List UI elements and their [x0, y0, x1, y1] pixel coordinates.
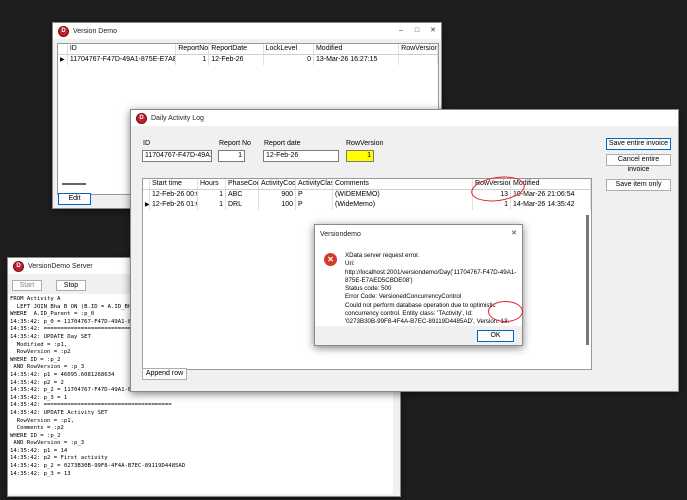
- cell[interactable]: 12-Feb-26 00:00:: [150, 190, 198, 200]
- close-button[interactable]: ✕: [506, 225, 522, 243]
- id-field[interactable]: 11704767-F47D-49A1-875: [142, 150, 212, 162]
- row-version-field[interactable]: 1: [346, 150, 374, 162]
- error-message-line: XData server request error.: [345, 252, 420, 259]
- log-line: RowVersion = :p1,: [10, 417, 74, 424]
- ok-button[interactable]: OK: [477, 330, 514, 342]
- log-line: 14:35:42: p_2 = 0273B30B-99F8-4F4A-B7EC-…: [10, 463, 186, 470]
- log-line: 14:35:42: p1 = 14: [10, 447, 68, 454]
- app-icon: D: [13, 260, 24, 272]
- row-indicator-icon: ▶: [145, 200, 150, 210]
- cell[interactable]: 1: [198, 190, 226, 200]
- stop-button[interactable]: Stop: [56, 280, 86, 291]
- log-line: WHERE ID = :p_2: [10, 432, 61, 439]
- col-header[interactable]: ReportNo: [176, 44, 210, 54]
- cell[interactable]: 100: [259, 200, 296, 210]
- id-label: ID: [143, 140, 150, 147]
- daily-titlebar[interactable]: D Daily Activity Log: [131, 110, 678, 126]
- cancel-entire-invoice-button[interactable]: Cancel entire invoice: [606, 154, 671, 173]
- report-no-field[interactable]: 1: [218, 150, 245, 162]
- error-message-line: Uri:: [345, 260, 355, 268]
- window-controls: – □ ✕: [393, 23, 441, 39]
- save-item-only-button[interactable]: Save item only: [606, 179, 671, 191]
- row-indicator: [143, 190, 150, 200]
- error-dialog: Versiondemo ✕ ✕ XData server request err…: [314, 224, 523, 346]
- error-message-line: 875E-E7AED5CBDE08'): [345, 276, 413, 284]
- cell[interactable]: 11704767-F47D-49A1-875E-E7AED5CBDE08: [68, 55, 177, 65]
- cell[interactable]: 1: [176, 55, 210, 65]
- col-header[interactable]: Start time: [150, 179, 198, 189]
- version-demo-titlebar[interactable]: D Version Demo – □ ✕: [53, 23, 441, 39]
- scroll-thumb[interactable]: [62, 183, 86, 185]
- error-message-line: Error Code: VersionedConcurrencyControl: [345, 293, 462, 301]
- cell[interactable]: 12-Feb-26: [209, 55, 264, 65]
- cell[interactable]: 1: [198, 200, 226, 210]
- cell[interactable]: 13-Mar-26 16:27:15: [314, 55, 400, 65]
- app-icon: D: [58, 25, 69, 37]
- log-line: 14:35:42: p_3 = 13: [10, 470, 71, 477]
- log-line: Comments = :p2: [10, 425, 64, 432]
- daily-title: Daily Activity Log: [151, 114, 204, 122]
- save-entire-invoice-button[interactable]: Save entire invoice: [606, 138, 671, 150]
- col-header[interactable]: ReportDate: [209, 44, 264, 54]
- vertical-scrollbar[interactable]: [586, 215, 589, 345]
- start-button[interactable]: Start: [12, 280, 42, 291]
- report-date-field[interactable]: 12-Feb-26: [263, 150, 339, 162]
- cell[interactable]: (WideMemo): [333, 200, 473, 210]
- cell[interactable]: [399, 55, 438, 65]
- cell[interactable]: P: [296, 190, 333, 200]
- col-header[interactable]: ID: [68, 44, 177, 54]
- server-title: VersionDemo Server: [28, 262, 93, 270]
- col-header[interactable]: RowVersion: [399, 44, 438, 54]
- app-icon: D: [136, 112, 147, 124]
- col-header[interactable]: Comments: [333, 179, 473, 189]
- log-line: 14:35:42: ==============================…: [10, 402, 172, 409]
- error-message-line: http://localhost:2001/versiondemo/Day('1…: [345, 268, 517, 276]
- cell[interactable]: 14-Mar-26 14:35:42: [511, 200, 591, 210]
- minimize-button[interactable]: –: [393, 23, 409, 39]
- cell[interactable]: P: [296, 200, 333, 210]
- error-message-line: Status code: 500: [345, 285, 392, 293]
- row-version-label: RowVersion: [346, 140, 384, 147]
- log-line: 14:35:42: UPDATE Activity SET: [10, 409, 108, 416]
- append-row-button[interactable]: Append row: [142, 368, 187, 380]
- report-no-label: Report No: [219, 140, 251, 147]
- cell[interactable]: 10-Mar-26 21:06:54: [511, 190, 591, 200]
- report-date-label: Report date: [264, 140, 301, 147]
- cell[interactable]: 0: [264, 55, 314, 65]
- col-header[interactable]: Modified: [314, 44, 400, 54]
- maximize-button[interactable]: □: [409, 23, 425, 39]
- cell[interactable]: (WIDEMEMO): [333, 190, 473, 200]
- close-button[interactable]: ✕: [425, 23, 441, 39]
- indicator-col: [58, 44, 68, 54]
- log-line: AND RowVersion = :p_3: [10, 440, 85, 447]
- grid-header: ID ReportNo ReportDate LockLevel Modifie…: [58, 44, 438, 55]
- table-row[interactable]: ▶ 12-Feb-26 01:00: 1 DRL 100 P (WideMemo…: [143, 200, 591, 210]
- version-demo-title: Version Demo: [73, 27, 117, 35]
- dialog-title: Versiondemo: [320, 230, 361, 238]
- edit-button[interactable]: Edit: [58, 193, 91, 205]
- log-line: 14:35:42: p2 = First activity: [10, 455, 108, 462]
- version-annotation-circle: [488, 301, 523, 322]
- log-line: 14:35:42: p_3 = 1: [10, 394, 68, 401]
- cell[interactable]: DRL: [226, 200, 259, 210]
- table-row[interactable]: ▶ 11704767-F47D-49A1-875E-E7AED5CBDE08 1…: [58, 55, 438, 65]
- cell[interactable]: 900: [259, 190, 296, 200]
- row-indicator-icon: ▶: [58, 55, 68, 65]
- col-header[interactable]: PhaseCode: [226, 179, 259, 189]
- indicator-col: [143, 179, 150, 189]
- cell[interactable]: ABC: [226, 190, 259, 200]
- col-header[interactable]: ActivityClass: [296, 179, 333, 189]
- cell[interactable]: 12-Feb-26 01:00:: [150, 200, 198, 210]
- error-icon: ✕: [324, 253, 337, 266]
- window-controls: ✕: [506, 225, 522, 243]
- col-header[interactable]: Hours: [198, 179, 226, 189]
- dialog-titlebar[interactable]: Versiondemo ✕: [315, 225, 522, 243]
- col-header[interactable]: ActivityCode: [259, 179, 296, 189]
- table-row[interactable]: 12-Feb-26 00:00: 1 ABC 900 P (WIDEMEMO) …: [143, 190, 591, 200]
- col-header[interactable]: LockLevel: [264, 44, 314, 54]
